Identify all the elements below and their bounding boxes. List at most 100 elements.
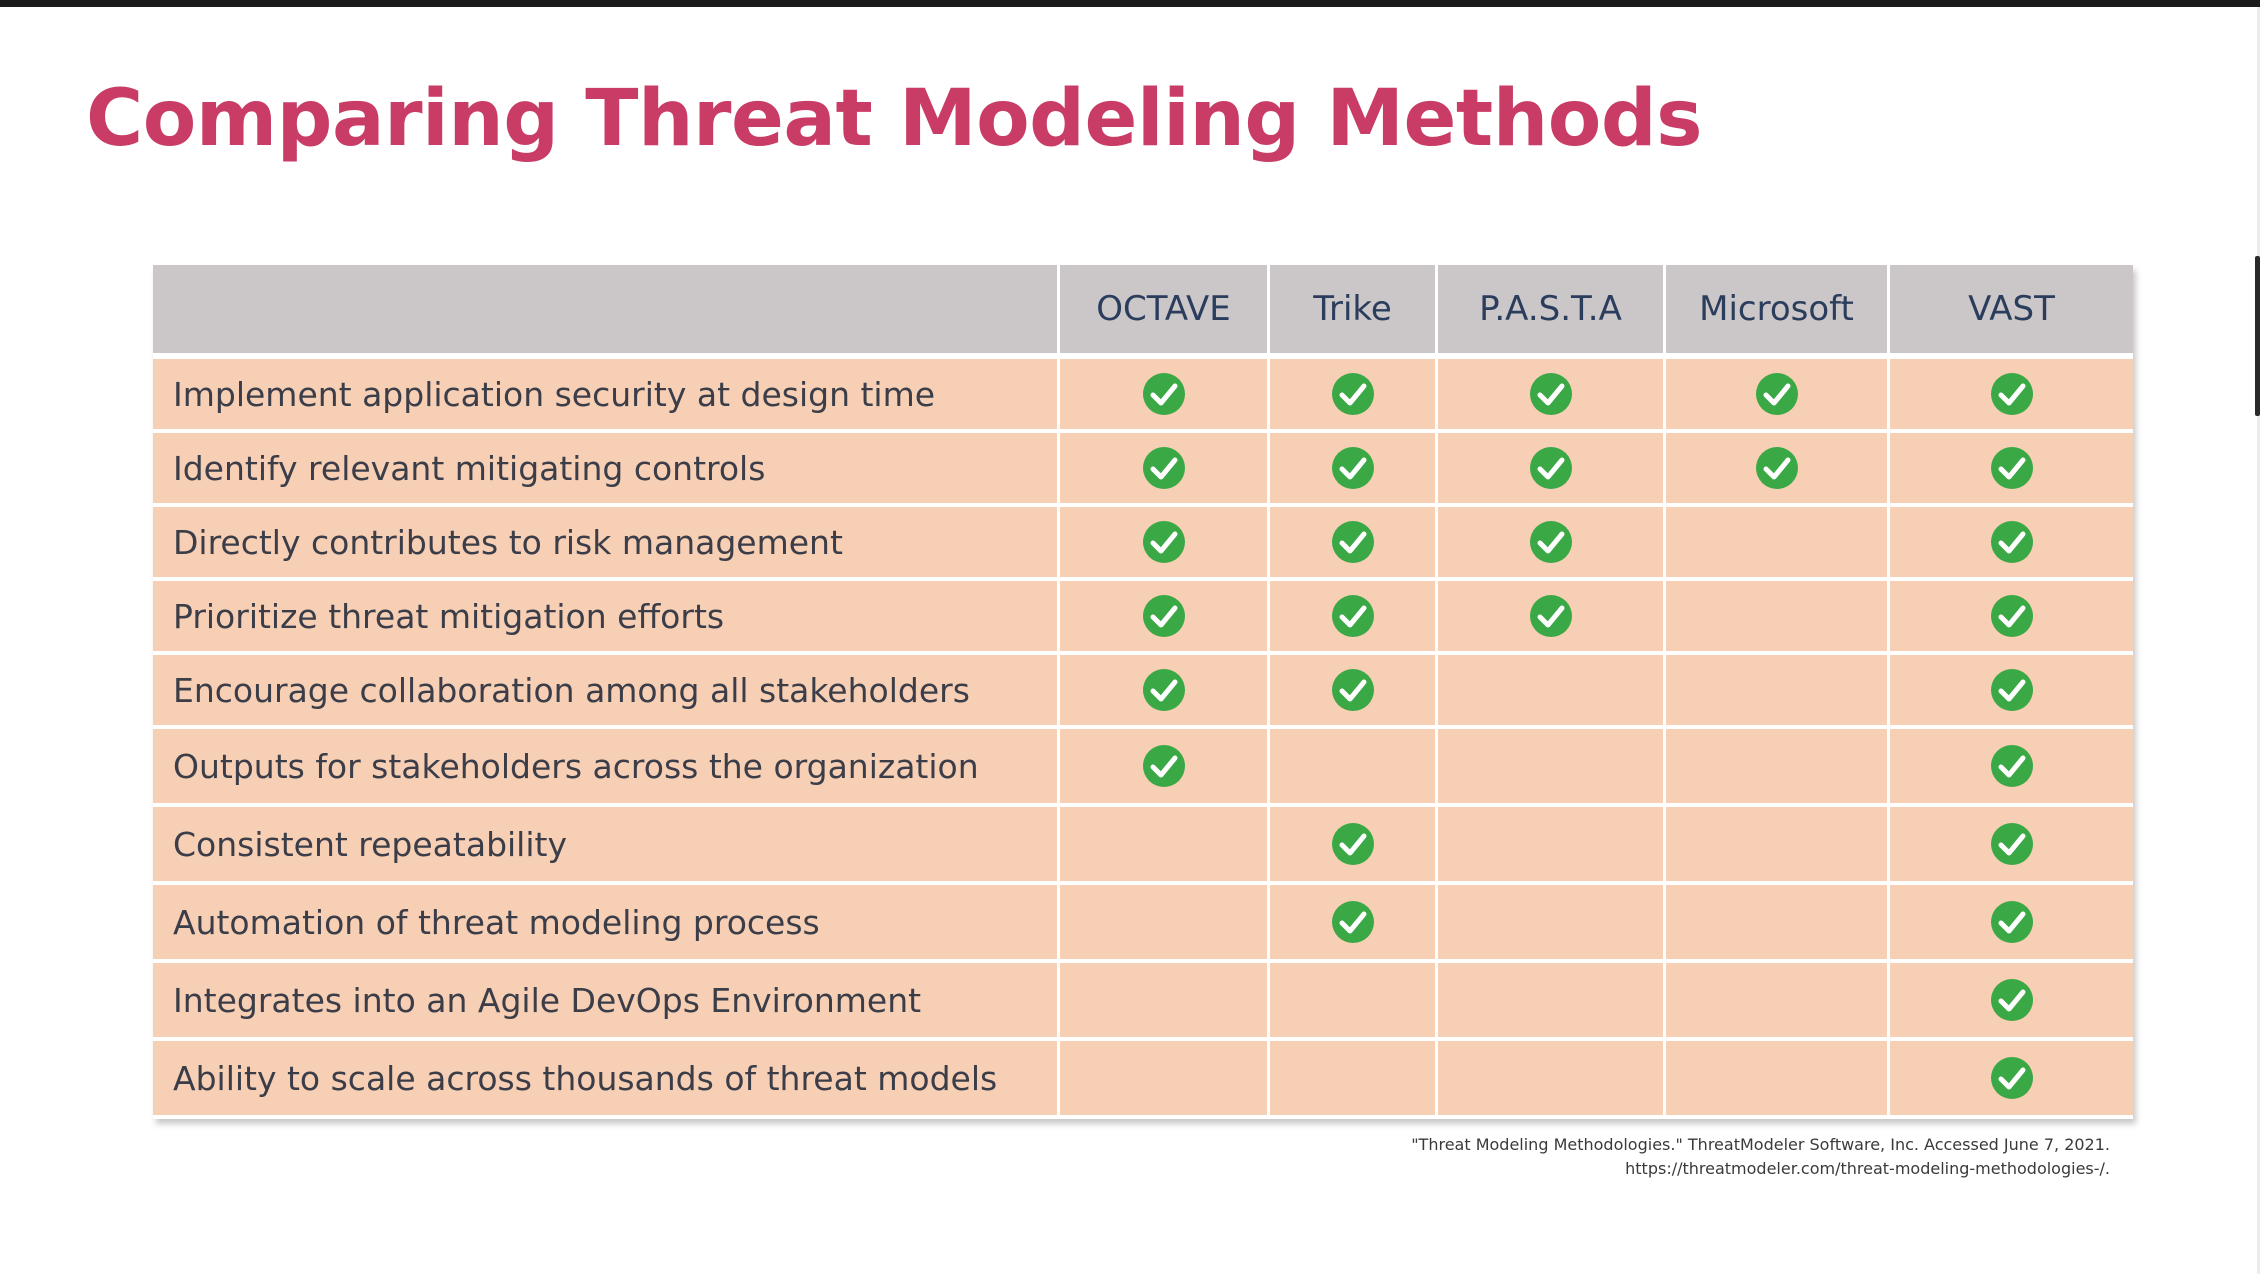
check-circle-icon: [1331, 521, 1374, 563]
mark-cell: [1666, 359, 1890, 433]
check-circle-icon: [1990, 373, 2033, 415]
mark-cell: [1890, 885, 2133, 963]
mark-cell: [1270, 581, 1438, 655]
mark-cell: [1890, 655, 2133, 729]
mark-cell: [1890, 729, 2133, 807]
feature-label: Identify relevant mitigating controls: [153, 433, 1060, 507]
mark-cell: [1438, 1041, 1666, 1119]
mark-cell: [1438, 359, 1666, 433]
mark-cell: [1890, 963, 2133, 1041]
check-circle-icon: [1529, 447, 1572, 489]
mark-cell: [1438, 581, 1666, 655]
mark-cell: [1060, 655, 1270, 729]
mark-cell: [1890, 581, 2133, 655]
check-circle-icon: [1529, 595, 1572, 637]
check-circle-icon: [1331, 669, 1374, 711]
check-circle-icon: [1755, 447, 1798, 489]
mark-cell: [1438, 807, 1666, 885]
table-row: Encourage collaboration among all stakeh…: [153, 655, 2133, 729]
comparison-table: OCTAVE Trike P.A.S.T.A Microsoft VAST Im…: [153, 265, 2133, 1119]
mark-cell: [1890, 359, 2133, 433]
feature-label: Automation of threat modeling process: [153, 885, 1060, 963]
table-row: Implement application security at design…: [153, 359, 2133, 433]
table-row: Automation of threat modeling process: [153, 885, 2133, 963]
mark-cell: [1060, 885, 1270, 963]
table-row: Directly contributes to risk management: [153, 507, 2133, 581]
column-header-pasta: P.A.S.T.A: [1438, 265, 1666, 359]
mark-cell: [1060, 581, 1270, 655]
mark-cell: [1270, 885, 1438, 963]
citation-caption: "Threat Modeling Methodologies." ThreatM…: [1411, 1133, 2110, 1181]
mark-cell: [1666, 581, 1890, 655]
citation-line-2: https://threatmodeler.com/threat-modelin…: [1625, 1159, 2110, 1178]
feature-label: Integrates into an Agile DevOps Environm…: [153, 963, 1060, 1041]
check-circle-icon: [1990, 1057, 2033, 1099]
mark-cell: [1438, 729, 1666, 807]
mark-cell: [1270, 433, 1438, 507]
mark-cell: [1666, 433, 1890, 507]
check-circle-icon: [1142, 669, 1185, 711]
check-circle-icon: [1142, 521, 1185, 563]
feature-label: Ability to scale across thousands of thr…: [153, 1041, 1060, 1119]
table-body: Implement application security at design…: [153, 359, 2133, 1119]
mark-cell: [1666, 807, 1890, 885]
mark-cell: [1666, 507, 1890, 581]
feature-label: Encourage collaboration among all stakeh…: [153, 655, 1060, 729]
mark-cell: [1270, 963, 1438, 1041]
check-circle-icon: [1142, 373, 1185, 415]
mark-cell: [1666, 1041, 1890, 1119]
feature-label: Directly contributes to risk management: [153, 507, 1060, 581]
table-row: Prioritize threat mitigation efforts: [153, 581, 2133, 655]
citation-line-1: "Threat Modeling Methodologies." ThreatM…: [1411, 1135, 2110, 1154]
mark-cell: [1060, 729, 1270, 807]
mark-cell: [1270, 655, 1438, 729]
mark-cell: [1438, 433, 1666, 507]
table-row: Consistent repeatability: [153, 807, 2133, 885]
feature-label: Consistent repeatability: [153, 807, 1060, 885]
scrollbar-thumb[interactable]: [2255, 256, 2260, 416]
check-circle-icon: [1990, 823, 2033, 865]
feature-label: Implement application security at design…: [153, 359, 1060, 433]
check-circle-icon: [1990, 901, 2033, 943]
check-circle-icon: [1990, 595, 2033, 637]
mark-cell: [1890, 1041, 2133, 1119]
check-circle-icon: [1331, 901, 1374, 943]
table-row: Integrates into an Agile DevOps Environm…: [153, 963, 2133, 1041]
mark-cell: [1060, 433, 1270, 507]
mark-cell: [1270, 807, 1438, 885]
mark-cell: [1890, 507, 2133, 581]
mark-cell: [1270, 507, 1438, 581]
mark-cell: [1060, 359, 1270, 433]
column-header-octave: OCTAVE: [1060, 265, 1270, 359]
mark-cell: [1060, 507, 1270, 581]
mark-cell: [1270, 729, 1438, 807]
check-circle-icon: [1990, 521, 2033, 563]
check-circle-icon: [1331, 595, 1374, 637]
check-circle-icon: [1529, 373, 1572, 415]
mark-cell: [1270, 1041, 1438, 1119]
mark-cell: [1666, 885, 1890, 963]
column-header-microsoft: Microsoft: [1666, 265, 1890, 359]
mark-cell: [1666, 655, 1890, 729]
check-circle-icon: [1331, 373, 1374, 415]
check-circle-icon: [1142, 745, 1185, 787]
check-circle-icon: [1990, 447, 2033, 489]
column-header-trike: Trike: [1270, 265, 1438, 359]
mark-cell: [1438, 885, 1666, 963]
slide-title: Comparing Threat Modeling Methods: [86, 74, 1703, 164]
check-circle-icon: [1529, 521, 1572, 563]
feature-label: Prioritize threat mitigation efforts: [153, 581, 1060, 655]
window-top-bar: [0, 0, 2260, 7]
check-circle-icon: [1990, 979, 2033, 1021]
check-circle-icon: [1990, 745, 2033, 787]
comparison-table-container: OCTAVE Trike P.A.S.T.A Microsoft VAST Im…: [153, 265, 2133, 1119]
table-row: Identify relevant mitigating controls: [153, 433, 2133, 507]
table-row: Outputs for stakeholders across the orga…: [153, 729, 2133, 807]
mark-cell: [1060, 1041, 1270, 1119]
mark-cell: [1438, 655, 1666, 729]
mark-cell: [1438, 507, 1666, 581]
check-circle-icon: [1331, 823, 1374, 865]
table-row: Ability to scale across thousands of thr…: [153, 1041, 2133, 1119]
check-circle-icon: [1990, 669, 2033, 711]
mark-cell: [1060, 807, 1270, 885]
